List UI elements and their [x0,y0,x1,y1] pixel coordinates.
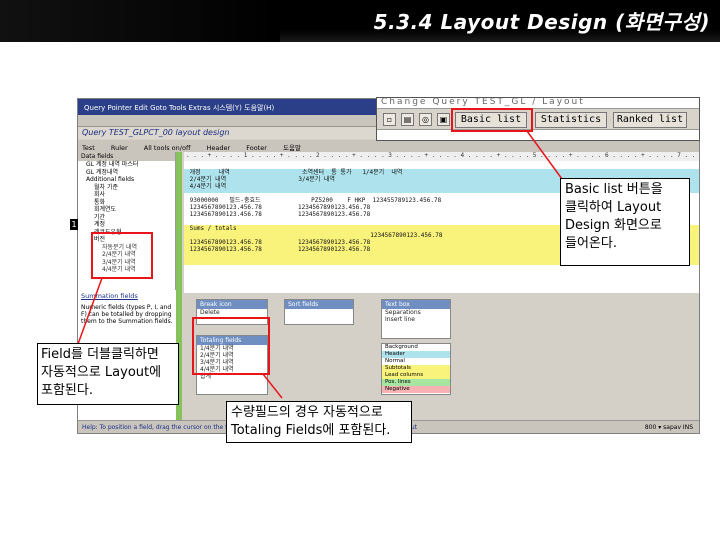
field-highlight [91,232,153,279]
delete-item[interactable]: Delete [197,309,267,316]
callout-line: Basic list 버튼을 [565,182,663,197]
display-icon[interactable]: ◎ [419,113,432,126]
inset-cut-title: Change Query TEST_GL / Layout [381,98,585,107]
test-button[interactable]: Test [82,144,95,152]
new-icon[interactable]: ▫ [383,113,396,126]
sort-fields-box[interactable]: Sort fields [284,299,354,325]
all-tools-button[interactable]: All tools on/off [144,144,191,152]
legend-item[interactable]: Lead columns [382,372,450,379]
tree-item[interactable]: GL 계정내역 [78,169,175,177]
callout-line: 들어온다. [565,236,617,251]
legend-item[interactable]: Negative [382,386,450,393]
settings-icon[interactable]: ▣ [437,113,450,126]
title-bar: 5.3.4 Layout Design (화면구성) [0,0,720,42]
summation-fields-header[interactable]: Summation fields [78,290,176,302]
totaling-highlight [192,317,270,375]
header-button[interactable]: Header [207,144,231,152]
tree-item[interactable]: 월차 기준 [78,184,175,192]
callout-line: 자동적으로 Layout에 [41,365,162,380]
tree-item[interactable]: Additional fields [78,176,175,184]
layout-toolbar[interactable]: Test Ruler All tools on/off Header Foote… [78,140,699,152]
field-callout: Field를 더블클릭하면 자동적으로 Layout에 포함된다. [37,343,179,405]
ruler-button[interactable]: Ruler [111,144,128,152]
title-shade [0,0,280,42]
page-icon[interactable]: ▤ [401,113,414,126]
sort-fields-header: Sort fields [285,300,353,309]
data-fields-header: Data fields [78,152,175,161]
summation-help-text: Numeric fields (types P, I, and F) can b… [81,304,173,325]
break-icon-header: Break icon [197,300,267,309]
legend-item[interactable]: Header [382,351,450,358]
tree-item[interactable]: 계정 [78,221,175,229]
tree-item[interactable]: GL 계정 내역 마스터 [78,161,175,169]
statistics-button[interactable]: Statistics [535,112,607,128]
totaling-callout: 수량필드의 경우 자동적으로 Totaling Fields에 포함된다. [226,401,412,443]
legend-item[interactable]: Pos. lines [382,379,450,386]
text-box-header: Text box [382,300,450,309]
separations-item[interactable]: Separations [382,309,450,316]
callout-line: Field를 더블클릭하면 [41,347,159,362]
help-button[interactable]: 도움말 [283,144,301,152]
tree-item[interactable]: 통화 [78,199,175,207]
tree-item[interactable]: 기간 [78,214,175,222]
callout-line: 포함된다. [41,383,93,398]
legend-item[interactable]: Background [382,344,450,351]
basic-list-callout: Basic list 버튼을 클릭하여 Layout Design 화면으로 들… [560,178,690,266]
legend-item[interactable]: Subtotals [382,365,450,372]
toolbar-zoom-inset: Change Query TEST_GL / Layout ▫ ▤ ◎ ▣ Ba… [376,97,700,141]
slide-title: 5.3.4 Layout Design (화면구성) [373,10,710,34]
inset-toolbar: ▫ ▤ ◎ ▣ Basic list Statistics Ranked lis… [377,108,699,130]
tree-item[interactable]: 회계연도 [78,206,175,214]
system-info: 800 ▾ sapav INS [644,424,693,431]
ranked-list-button[interactable]: Ranked list [613,112,687,128]
color-legend[interactable]: Background Header Normal Subtotals Lead … [381,343,451,395]
callout-line: 수량필드의 경우 자동적으로 [231,405,383,420]
footer-button[interactable]: Footer [246,144,267,152]
layout-ruler: . . . + . . . . 1 . . . . + . . . . 2 . … [184,152,700,161]
step-marker: 1 [70,219,78,230]
tree-item[interactable]: 회사 [78,191,175,199]
callout-line: Totaling Fields에 포함된다. [231,423,391,438]
text-box-panel[interactable]: Text box Separations Insert line [381,299,451,339]
callout-line: 클릭하여 Layout [565,200,662,215]
legend-item[interactable]: Normal [382,358,450,365]
basic-list-highlight [451,108,533,132]
insert-line-item[interactable]: Insert line [382,316,450,323]
callout-line: Design 화면으로 [565,218,662,233]
